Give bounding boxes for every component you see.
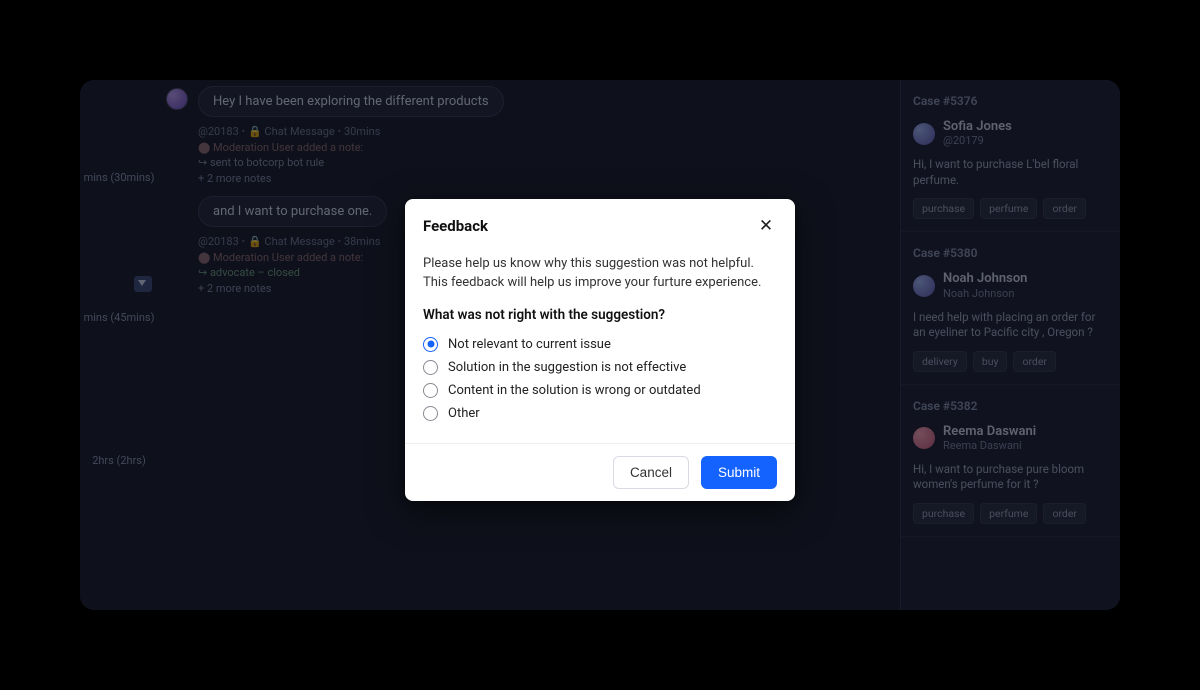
option-label: Content in the solution is wrong or outd… [448, 383, 701, 398]
radio-icon [423, 360, 438, 375]
feedback-modal: Feedback ✕ Please help us know why this … [405, 199, 795, 501]
feedback-option[interactable]: Solution in the suggestion is not effect… [423, 356, 777, 379]
modal-overlay: Feedback ✕ Please help us know why this … [0, 0, 1200, 690]
modal-title: Feedback [423, 217, 488, 235]
feedback-option[interactable]: Other [423, 402, 777, 425]
modal-description: Please help us know why this suggestion … [423, 255, 777, 293]
cancel-button[interactable]: Cancel [613, 456, 689, 489]
feedback-option[interactable]: Content in the solution is wrong or outd… [423, 379, 777, 402]
option-label: Other [448, 406, 480, 421]
close-icon[interactable]: ✕ [755, 215, 777, 237]
option-label: Solution in the suggestion is not effect… [448, 360, 686, 375]
modal-question: What was not right with the suggestion? [423, 307, 777, 323]
radio-icon [423, 406, 438, 421]
radio-icon [423, 383, 438, 398]
submit-button[interactable]: Submit [701, 456, 777, 489]
options-list: Not relevant to current issue Solution in… [423, 333, 777, 425]
feedback-option[interactable]: Not relevant to current issue [423, 333, 777, 356]
radio-icon [423, 337, 438, 352]
option-label: Not relevant to current issue [448, 337, 611, 352]
